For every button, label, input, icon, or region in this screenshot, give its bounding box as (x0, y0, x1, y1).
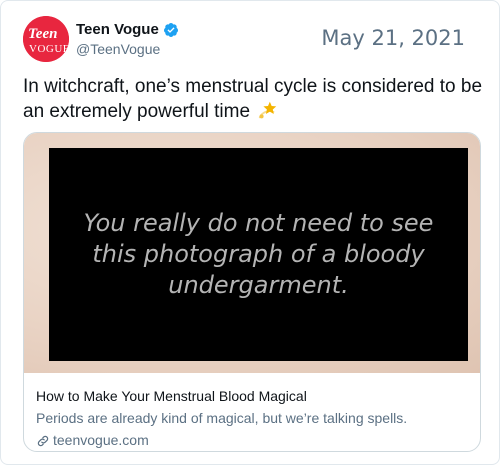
card-domain[interactable]: teenvogue.com (53, 431, 149, 450)
card-body[interactable]: How to Make Your Menstrual Blood Magical… (36, 387, 472, 450)
censored-image-overlay: You really do not need to see this photo… (49, 148, 468, 361)
tweet-body: In witchcraft, one’s menstrual cycle is … (23, 76, 483, 122)
author-handle[interactable]: @TeenVogue (76, 41, 160, 57)
card-domain-row[interactable]: teenvogue.com (36, 431, 472, 450)
tweet-text: In witchcraft, one’s menstrual cycle is … (23, 74, 483, 124)
svg-text:VOGUE: VOGUE (29, 43, 69, 55)
censor-overlay-text: You really do not need to see this photo… (83, 209, 434, 299)
verified-badge-icon (163, 22, 178, 37)
display-name[interactable]: Teen Vogue (76, 21, 159, 38)
avatar[interactable]: Teen VOGUE (23, 16, 69, 62)
link-icon (37, 435, 49, 446)
card-image[interactable]: You really do not need to see this photo… (24, 133, 480, 373)
card-description: Periods are already kind of magical, but… (36, 410, 408, 426)
teen-vogue-logo: Teen VOGUE (23, 16, 69, 62)
card-title[interactable]: How to Make Your Menstrual Blood Magical (36, 387, 472, 406)
link-preview-card[interactable]: You really do not need to see this photo… (23, 132, 481, 452)
svg-text:Teen: Teen (28, 26, 57, 42)
tweet-date[interactable]: May 21, 2021 (321, 26, 465, 50)
dizzy-star-emoji-icon (259, 101, 277, 119)
author-name-row[interactable]: Teen Vogue (76, 21, 179, 38)
tweet-card[interactable]: Teen VOGUE Teen Vogue @TeenVogue May 21,… (0, 0, 500, 465)
